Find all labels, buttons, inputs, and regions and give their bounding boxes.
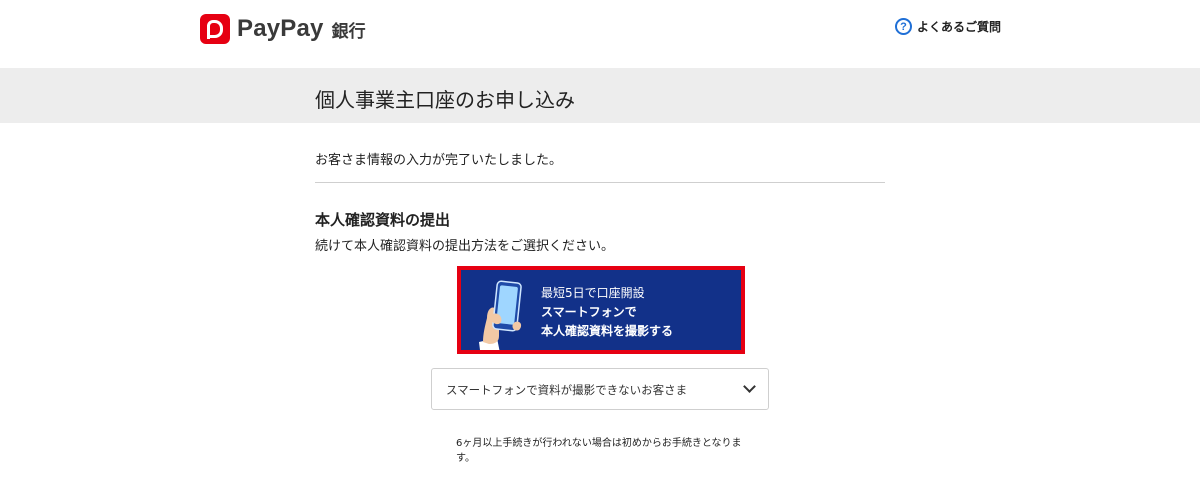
faq-link[interactable]: ? よくあるご質問	[895, 18, 1001, 35]
expiry-note: 6ヶ月以上手続きが行われない場合は初めからお手続きとなります。	[456, 438, 742, 464]
logo-subtext: 銀行	[331, 21, 366, 42]
section-title: 本人確認資料の提出	[315, 211, 451, 229]
hand-holding-phone-icon	[479, 280, 522, 350]
section-description: 続けて本人確認資料の提出方法をご選択ください。	[315, 239, 615, 254]
smartphone-photo-button[interactable]: 最短5日で口座開設 スマートフォンで 本人確認資料を撮影する	[457, 266, 745, 354]
paypay-bank-logo[interactable]: PayPay 銀行	[200, 14, 366, 44]
no-smartphone-accordion[interactable]: スマートフォンで資料が撮影できないお客さま	[431, 368, 769, 410]
title-band: 個人事業主口座のお申し込み	[0, 68, 1200, 123]
page-title: 個人事業主口座のお申し込み	[315, 88, 575, 112]
photo-button-line3: 本人確認資料を撮影する	[541, 324, 674, 338]
chevron-down-icon	[743, 380, 756, 393]
completion-message: お客さま情報の入力が完了いたしました。	[315, 153, 563, 168]
logo-text: PayPay	[237, 15, 324, 42]
site-header: PayPay 銀行 ? よくあるご質問	[0, 0, 1200, 68]
paypay-logo-icon	[200, 14, 230, 44]
divider	[315, 182, 885, 183]
accordion-label: スマートフォンで資料が撮影できないお客さま	[446, 383, 688, 397]
photo-button-text: 最短5日で口座開設 スマートフォンで 本人確認資料を撮影する	[541, 284, 673, 341]
photo-button-line1: 最短5日で口座開設	[541, 286, 645, 300]
help-icon: ?	[895, 18, 912, 35]
faq-label: よくあるご質問	[917, 20, 1002, 34]
photo-button-line2: スマートフォンで	[541, 305, 637, 319]
